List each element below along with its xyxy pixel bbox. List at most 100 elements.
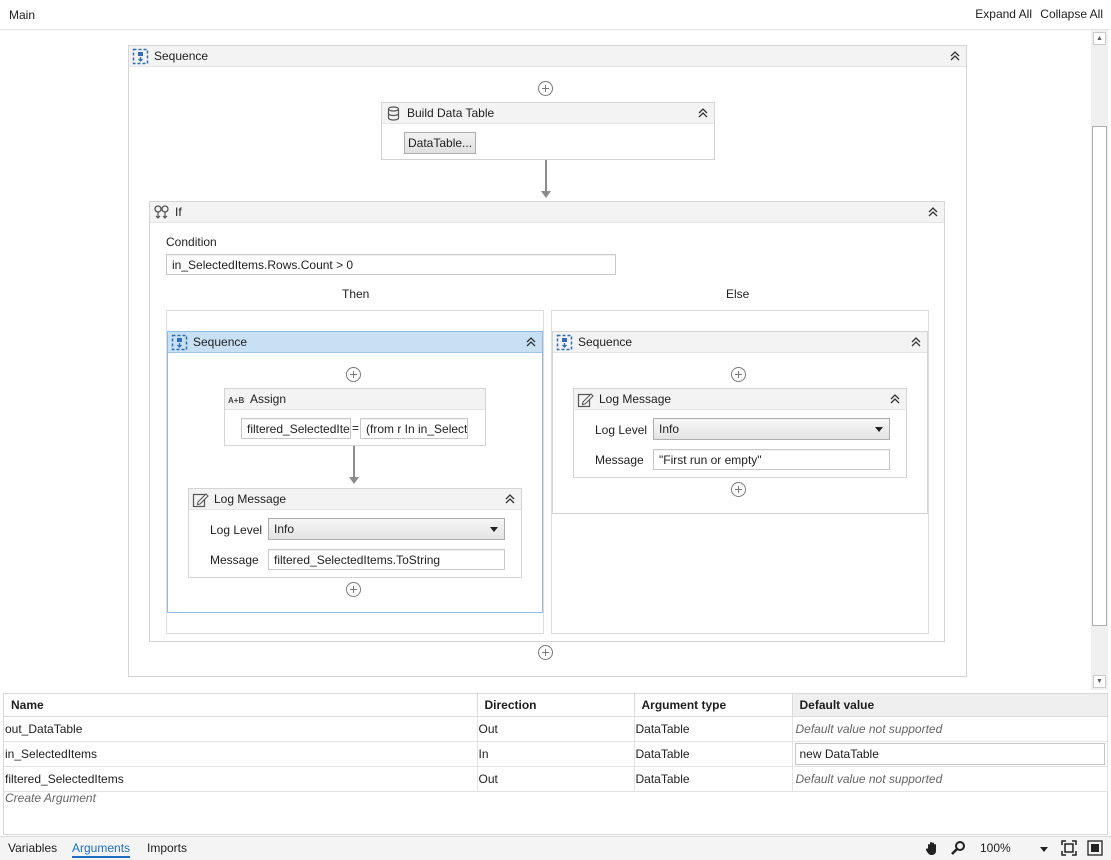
zoom-search-icon[interactable] bbox=[950, 840, 966, 856]
breadcrumb[interactable]: Main bbox=[9, 8, 35, 22]
root-sequence-header[interactable]: Sequence bbox=[129, 46, 966, 67]
log-message-icon bbox=[577, 393, 594, 408]
condition-label: Condition bbox=[166, 235, 217, 249]
scrollbar-thumb[interactable] bbox=[1092, 126, 1107, 626]
connector-arrow bbox=[349, 477, 359, 484]
argument-name[interactable]: out_DataTable bbox=[4, 716, 478, 742]
table-header-row: Name Direction Argument type Default val… bbox=[4, 694, 1108, 717]
add-activity-plus-icon[interactable] bbox=[538, 81, 553, 96]
designer-canvas[interactable]: Sequence Build Data Table DataTable... I… bbox=[3, 30, 1091, 690]
scroll-down-icon[interactable]: ▼ bbox=[1093, 675, 1106, 688]
build-data-table-activity[interactable]: Build Data Table DataTable... bbox=[381, 102, 715, 160]
argument-type[interactable]: DataTable bbox=[634, 716, 793, 742]
add-activity-plus-icon[interactable] bbox=[538, 645, 553, 660]
then-sequence-title: Sequence bbox=[193, 335, 248, 349]
message-label: Message bbox=[595, 453, 644, 467]
add-activity-plus-icon[interactable] bbox=[346, 367, 361, 382]
argument-type[interactable]: DataTable bbox=[634, 741, 793, 767]
column-header-direction[interactable]: Direction bbox=[477, 694, 635, 717]
argument-name[interactable]: filtered_SelectedItems bbox=[4, 766, 478, 792]
status-bar: Variables Arguments Imports 100% bbox=[0, 836, 1111, 860]
collapse-chevron-icon[interactable] bbox=[948, 49, 962, 63]
arguments-table: Name Direction Argument type Default val… bbox=[4, 694, 1108, 792]
assign-to-input[interactable]: filtered_SelectedIte bbox=[241, 418, 351, 439]
assign-equals: = bbox=[352, 421, 360, 435]
argument-default-value-cell[interactable]: new DataTable bbox=[792, 741, 1108, 767]
tab-variables[interactable]: Variables bbox=[8, 841, 57, 855]
argument-default-value: Default value not supported bbox=[792, 766, 1108, 792]
svg-text:A+B: A+B bbox=[228, 396, 244, 405]
else-sequence-header[interactable]: Sequence bbox=[553, 332, 927, 353]
argument-type[interactable]: DataTable bbox=[634, 766, 793, 792]
log-level-dropdown[interactable]: Info bbox=[268, 518, 505, 540]
log-message-title: Log Message bbox=[214, 492, 287, 506]
collapse-chevron-icon[interactable] bbox=[524, 335, 538, 349]
collapse-all-link[interactable]: Collapse All bbox=[1040, 7, 1103, 21]
assign-activity[interactable]: A+B Assign filtered_SelectedIte = (from … bbox=[224, 388, 486, 446]
vertical-scrollbar[interactable]: ▲ ▼ bbox=[1091, 30, 1108, 690]
column-header-argument-type[interactable]: Argument type bbox=[634, 694, 793, 717]
assign-title: Assign bbox=[250, 392, 287, 406]
add-activity-plus-icon[interactable] bbox=[731, 482, 746, 497]
default-value-input[interactable]: new DataTable bbox=[794, 742, 1105, 765]
log-level-value: Info bbox=[659, 422, 680, 436]
else-sequence-title: Sequence bbox=[578, 335, 633, 349]
argument-direction[interactable]: In bbox=[477, 741, 635, 767]
collapse-chevron-icon[interactable] bbox=[926, 205, 940, 219]
log-level-label: Log Level bbox=[210, 523, 263, 537]
scroll-up-icon[interactable]: ▲ bbox=[1093, 32, 1106, 45]
table-row[interactable]: filtered_SelectedItems Out DataTable Def… bbox=[4, 766, 1108, 792]
argument-direction[interactable]: Out bbox=[477, 716, 635, 742]
column-header-name[interactable]: Name bbox=[4, 694, 478, 717]
assign-value-input[interactable]: (from r In in_Select bbox=[360, 418, 468, 439]
table-row[interactable]: out_DataTable Out DataTable Default valu… bbox=[4, 716, 1108, 742]
hand-pan-icon[interactable] bbox=[924, 840, 940, 856]
chevron-down-icon[interactable] bbox=[1040, 847, 1048, 852]
collapse-chevron-icon[interactable] bbox=[503, 492, 517, 506]
column-header-default-value[interactable]: Default value bbox=[791, 694, 1108, 717]
collapse-chevron-icon[interactable] bbox=[888, 392, 902, 406]
fit-to-screen-icon[interactable] bbox=[1061, 840, 1077, 856]
assign-header[interactable]: A+B Assign bbox=[225, 389, 485, 410]
expand-all-link[interactable]: Expand All bbox=[975, 7, 1032, 21]
argument-direction[interactable]: Out bbox=[477, 766, 635, 792]
table-row[interactable]: in_SelectedItems In DataTable new DataTa… bbox=[4, 741, 1108, 767]
build-data-table-title: Build Data Table bbox=[407, 106, 495, 120]
then-log-message-activity[interactable]: Log Message Log Level Info Message filte… bbox=[188, 488, 522, 578]
chevron-down-icon bbox=[875, 427, 883, 432]
message-label: Message bbox=[210, 553, 259, 567]
datatable-button[interactable]: DataTable... bbox=[404, 132, 477, 154]
message-input[interactable]: filtered_SelectedItems.ToString bbox=[268, 549, 505, 570]
log-message-header[interactable]: Log Message bbox=[189, 489, 521, 510]
sequence-icon bbox=[556, 334, 573, 351]
log-level-value: Info bbox=[274, 522, 295, 536]
log-message-icon bbox=[192, 493, 209, 508]
connector-line bbox=[353, 446, 355, 478]
arguments-panel: Name Direction Argument type Default val… bbox=[3, 693, 1108, 835]
zoom-level[interactable]: 100% bbox=[980, 841, 1011, 855]
add-activity-plus-icon[interactable] bbox=[346, 582, 361, 597]
root-sequence-title: Sequence bbox=[154, 49, 209, 63]
log-level-label: Log Level bbox=[595, 423, 648, 437]
overview-map-icon[interactable] bbox=[1087, 840, 1103, 856]
then-sequence-header[interactable]: Sequence bbox=[168, 332, 542, 353]
create-argument-link[interactable]: Create Argument bbox=[5, 791, 96, 805]
assign-icon: A+B bbox=[228, 396, 244, 405]
collapse-chevron-icon[interactable] bbox=[696, 106, 710, 120]
log-message-title: Log Message bbox=[599, 392, 672, 406]
tab-arguments[interactable]: Arguments bbox=[72, 841, 131, 858]
message-input[interactable]: "First run or empty" bbox=[653, 449, 890, 470]
build-data-table-header[interactable]: Build Data Table bbox=[382, 103, 714, 124]
else-log-message-activity[interactable]: Log Message Log Level Info Message "Firs… bbox=[573, 388, 907, 478]
condition-input[interactable]: in_SelectedItems.Rows.Count > 0 bbox=[166, 254, 616, 275]
argument-default-value: Default value not supported bbox=[792, 716, 1108, 742]
log-message-header[interactable]: Log Message bbox=[574, 389, 906, 410]
if-activity-header[interactable]: If bbox=[150, 202, 944, 223]
database-icon bbox=[387, 106, 400, 121]
add-activity-plus-icon[interactable] bbox=[731, 367, 746, 382]
argument-name[interactable]: in_SelectedItems bbox=[4, 741, 478, 767]
if-branch-icon bbox=[154, 205, 169, 219]
log-level-dropdown[interactable]: Info bbox=[653, 418, 890, 440]
tab-imports[interactable]: Imports bbox=[147, 841, 187, 855]
collapse-chevron-icon[interactable] bbox=[909, 335, 923, 349]
